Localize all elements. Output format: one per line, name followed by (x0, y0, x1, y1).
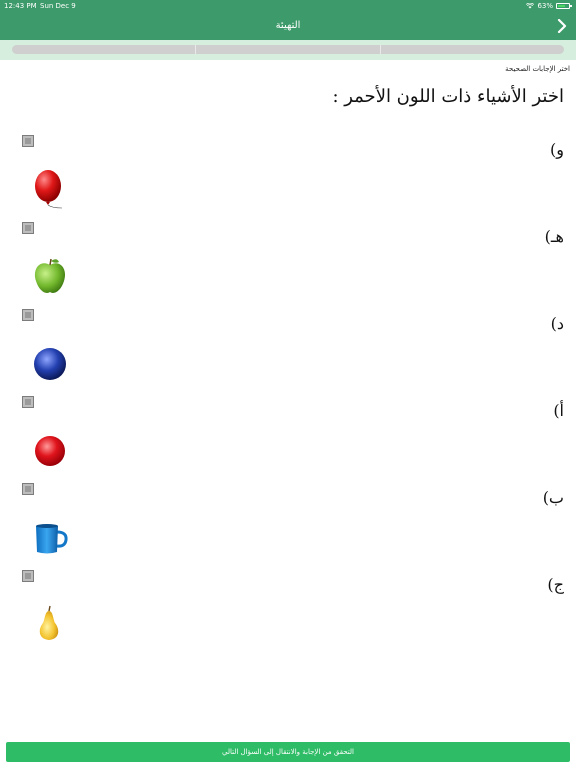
option-row: و) (0, 135, 576, 226)
option-label: و) (550, 140, 564, 159)
status-date: Sun Dec 9 (40, 2, 76, 10)
check-and-next-button[interactable]: التحقق من الإجابة والانتقال إلى السؤال ا… (6, 742, 570, 762)
progress-area (0, 40, 576, 60)
option-checkbox[interactable] (22, 570, 34, 582)
option-checkbox[interactable] (22, 135, 34, 147)
option-row: ب) (0, 483, 576, 574)
option-checkbox[interactable] (22, 309, 34, 321)
progress-segment (196, 45, 381, 54)
blue-mug-image (36, 524, 68, 554)
option-label: أ) (553, 401, 564, 420)
chevron-right-icon (557, 19, 567, 33)
option-label: ب) (542, 488, 564, 507)
option-checkbox[interactable] (22, 222, 34, 234)
back-button[interactable] (552, 16, 572, 36)
blue-ball-image (34, 348, 66, 380)
option-label: ج) (547, 575, 564, 594)
yellow-pear-image (39, 605, 59, 640)
option-row: هـ) (0, 222, 576, 313)
progress-bar (12, 45, 564, 54)
red-ball-image (35, 436, 65, 466)
status-time: 12:43 PM (4, 2, 37, 10)
option-checkbox[interactable] (22, 483, 34, 495)
green-apple-image (34, 258, 66, 293)
nav-bar: التهيئة (0, 12, 576, 40)
question-text: اختر الأشياء ذات اللون الأحمر : (332, 86, 564, 107)
status-right: 63% (526, 0, 572, 12)
red-balloon-image (35, 170, 63, 209)
option-label: د) (550, 314, 564, 333)
progress-segment (381, 45, 564, 54)
option-checkbox[interactable] (22, 396, 34, 408)
instruction-text: اختر الإجابات الصحيحة (505, 65, 570, 73)
nav-title: التهيئة (275, 20, 301, 31)
battery-percent: 63% (537, 2, 553, 10)
progress-segment (12, 45, 197, 54)
status-bar: 12:43 PM Sun Dec 9 63% (0, 0, 576, 12)
battery-icon (556, 3, 572, 9)
option-label: هـ) (544, 227, 564, 246)
wifi-icon (526, 3, 535, 9)
option-row: د) (0, 309, 576, 400)
option-row: أ) (0, 396, 576, 487)
option-row: ج) (0, 570, 576, 661)
